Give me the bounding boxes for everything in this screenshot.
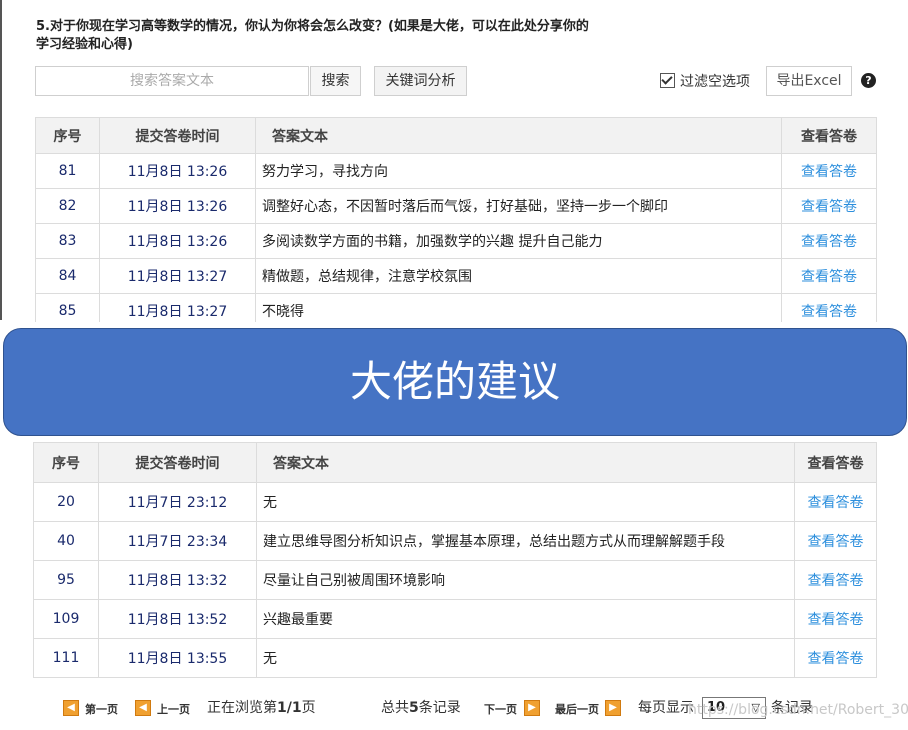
row-answer-text: 无 [256, 482, 795, 522]
table-row: 83 11月8日 13:26 多阅读数学方面的书籍，加强数学的兴趣 提升自己能力 查看… [35, 223, 877, 259]
row-answer-text: 调整好心态，不因暂时落后而气馁，打好基础，坚持一步一个脚印 [255, 188, 782, 224]
col-header-answer: 答案文本 [255, 117, 782, 154]
view-answer-link[interactable]: 查看答卷 [794, 560, 877, 600]
row-index: 109 [33, 599, 99, 639]
browsing-status: 正在浏览第1/1页 [207, 700, 316, 716]
answers-table-2: 序号 提交答卷时间 答案文本 查看答卷 20 11月7日 23:12 无查看答卷 40… [33, 442, 877, 678]
row-index: 83 [35, 223, 100, 259]
row-index: 95 [33, 560, 99, 600]
row-submit-time: 11月8日 13:32 [98, 560, 257, 600]
table-header-row: 序号 提交答卷时间 答案文本 查看答卷 [33, 442, 877, 483]
row-index: 20 [33, 482, 99, 522]
keyword-analysis-button[interactable]: 关键词分析 [374, 66, 467, 96]
search-button[interactable]: 搜索 [310, 66, 361, 96]
view-answer-link[interactable]: 查看答卷 [794, 482, 877, 522]
col-header-time: 提交答卷时间 [98, 442, 257, 483]
per-page-label: 每页显示 [638, 700, 694, 716]
help-icon[interactable]: ? [861, 73, 876, 88]
row-answer-text: 精做题，总结规律，注意学校氛围 [255, 258, 782, 294]
row-submit-time: 11月8日 13:26 [99, 188, 256, 224]
col-header-time: 提交答卷时间 [99, 117, 256, 154]
row-submit-time: 11月8日 13:27 [99, 258, 256, 294]
table-row: 40 11月7日 23:34 建立思维导图分析知识点，掌握基本原理，总结出题方式从而… [33, 521, 877, 561]
search-input[interactable] [35, 66, 309, 96]
view-answer-link[interactable]: 查看答卷 [794, 638, 877, 678]
last-page-link[interactable]: 最后一页 [555, 700, 599, 720]
view-answer-link[interactable]: 查看答卷 [781, 153, 877, 189]
row-submit-time: 11月7日 23:12 [98, 482, 257, 522]
table-row: 84 11月8日 13:27 精做题，总结规律，注意学校氛围 查看答卷 [35, 258, 877, 294]
last-page-icon[interactable]: ▶ [605, 700, 621, 716]
row-submit-time: 11月8日 13:52 [98, 599, 257, 639]
view-answer-link[interactable]: 查看答卷 [781, 188, 877, 224]
row-index: 111 [33, 638, 99, 678]
row-index: 40 [33, 521, 99, 561]
total-records: 总共5条记录 [381, 700, 461, 716]
export-excel-button[interactable]: 导出Excel [766, 66, 852, 96]
row-answer-text: 兴趣最重要 [256, 599, 795, 639]
table-row: 81 11月8日 13:26 努力学习，寻找方向 查看答卷 [35, 153, 877, 189]
view-answer-link[interactable]: 查看答卷 [794, 521, 877, 561]
row-answer-text: 努力学习，寻找方向 [255, 153, 782, 189]
table-row: 95 11月8日 13:32 尽量让自己别被周围环境影响 查看答卷 [33, 560, 877, 600]
row-submit-time: 11月7日 23:34 [98, 521, 257, 561]
checkbox-icon[interactable] [660, 73, 675, 88]
row-answer-text: 多阅读数学方面的书籍，加强数学的兴趣 提升自己能力 [255, 223, 782, 259]
row-answer-text: 尽量让自己别被周围环境影响 [256, 560, 795, 600]
prev-page-icon[interactable]: ◀ [135, 700, 151, 716]
filter-empty-label: 过滤空选项 [680, 74, 750, 90]
col-header-view: 查看答卷 [781, 117, 877, 154]
col-header-index: 序号 [33, 442, 99, 483]
row-submit-time: 11月8日 13:26 [99, 223, 256, 259]
row-index: 84 [35, 258, 100, 294]
table-row: 111 11月8日 13:55 无查看答卷 [33, 638, 877, 678]
left-border [0, 0, 2, 320]
table-row: 109 11月8日 13:52 兴趣最重要 查看答卷 [33, 599, 877, 639]
question-line-2: 学习经验和心得) [36, 37, 133, 52]
col-header-answer: 答案文本 [256, 442, 795, 483]
highlight-banner: 大佬的建议 [3, 328, 907, 436]
next-page-link[interactable]: 下一页 [484, 700, 517, 720]
table-header-row: 序号 提交答卷时间 答案文本 查看答卷 [35, 117, 877, 154]
prev-page-link[interactable]: 上一页 [157, 700, 190, 720]
col-header-view: 查看答卷 [794, 442, 877, 483]
row-index: 81 [35, 153, 100, 189]
col-header-index: 序号 [35, 117, 100, 154]
view-answer-link[interactable]: 查看答卷 [794, 599, 877, 639]
question-line-1: 5.对于你现在学习高等数学的情况，你认为你将会怎么改变？(如果是大佬，可以在此处… [36, 19, 589, 34]
table-row: 20 11月7日 23:12 无查看答卷 [33, 482, 877, 522]
table-row: 82 11月8日 13:26 调整好心态，不因暂时落后而气馁，打好基础，坚持一步一个… [35, 188, 877, 224]
filter-empty-toggle[interactable]: 过滤空选项 [660, 72, 750, 92]
row-submit-time: 11月8日 13:55 [98, 638, 257, 678]
row-answer-text: 无 [256, 638, 795, 678]
row-answer-text: 建立思维导图分析知识点，掌握基本原理，总结出题方式从而理解解题手段 [256, 521, 795, 561]
view-answer-link[interactable]: 查看答卷 [781, 223, 877, 259]
answers-table-1: 序号 提交答卷时间 答案文本 查看答卷 81 11月8日 13:26 努力学习，寻找… [35, 117, 877, 329]
watermark: https://blog.csdn.net/Robert_30 [688, 702, 908, 718]
row-submit-time: 11月8日 13:26 [99, 153, 256, 189]
question-title: 5.对于你现在学习高等数学的情况，你认为你将会怎么改变？(如果是大佬，可以在此处… [36, 18, 716, 54]
first-page-link[interactable]: 第一页 [85, 700, 118, 720]
next-page-icon[interactable]: ▶ [524, 700, 540, 716]
row-index: 82 [35, 188, 100, 224]
view-answer-link[interactable]: 查看答卷 [781, 258, 877, 294]
first-page-icon[interactable]: ◀ [63, 700, 79, 716]
